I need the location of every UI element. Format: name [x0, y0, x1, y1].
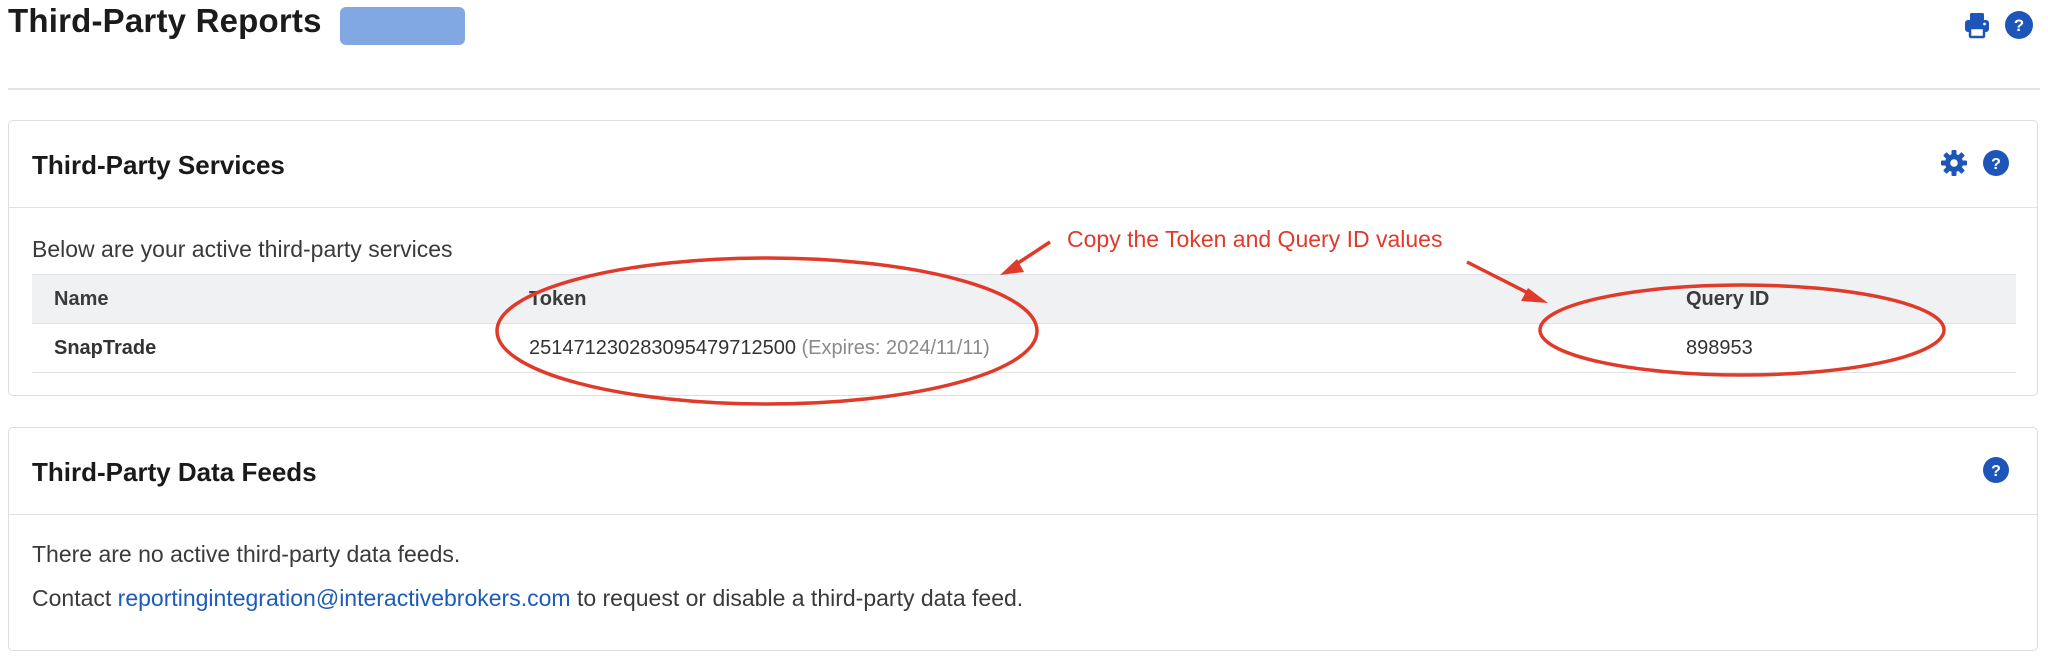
feeds-contact-line: Contact reportingintegration@interactive…: [32, 585, 1023, 612]
header-divider: [8, 88, 2040, 90]
account-chip[interactable]: [340, 7, 465, 45]
help-icon[interactable]: ?: [2004, 10, 2034, 40]
page-title: Third-Party Reports: [8, 2, 322, 39]
svg-text:?: ?: [1991, 463, 2001, 480]
token-cell: 251471230283095479712500 (Expires: 2024/…: [529, 323, 1686, 373]
annotation-text: Copy the Token and Query ID values: [1067, 226, 1443, 252]
contact-email-link[interactable]: reportingintegration@interactivebrokers.…: [118, 585, 571, 611]
feeds-panel: Third-Party Data Feeds ? There are no ac…: [8, 427, 2038, 651]
service-name: SnapTrade: [32, 323, 529, 373]
column-header-token: Token: [529, 274, 1686, 324]
help-icon[interactable]: ?: [1982, 149, 2010, 177]
token-expiry: (Expires: 2024/11/11): [801, 336, 990, 359]
print-icon[interactable]: [1962, 10, 1992, 40]
svg-text:?: ?: [2014, 16, 2024, 35]
help-icon[interactable]: ?: [1982, 456, 2010, 484]
token-value[interactable]: 251471230283095479712500: [529, 337, 796, 359]
table-header-row: Name Token Query ID: [32, 274, 2016, 324]
gear-icon[interactable]: [1940, 149, 1968, 177]
services-table: Name Token Query ID SnapTrade 2514712302…: [32, 274, 2016, 373]
feeds-panel-header: Third-Party Data Feeds ?: [9, 428, 2037, 515]
svg-text:?: ?: [1991, 156, 2001, 173]
feeds-title: Third-Party Data Feeds: [32, 457, 317, 487]
column-header-query-id: Query ID: [1686, 274, 2016, 324]
services-title: Third-Party Services: [32, 150, 285, 180]
column-header-name: Name: [32, 274, 529, 324]
table-row: SnapTrade 251471230283095479712500 (Expi…: [32, 323, 2016, 373]
services-intro: Below are your active third-party servic…: [32, 236, 453, 262]
services-panel: Third-Party Services ? Below are your ac…: [8, 120, 2038, 396]
feeds-empty-text: There are no active third-party data fee…: [32, 541, 461, 567]
contact-prefix: Contact: [32, 585, 112, 611]
services-panel-header: Third-Party Services ?: [9, 121, 2037, 208]
contact-suffix: to request or disable a third-party data…: [576, 585, 1024, 611]
query-id-value[interactable]: 898953: [1686, 323, 2016, 373]
